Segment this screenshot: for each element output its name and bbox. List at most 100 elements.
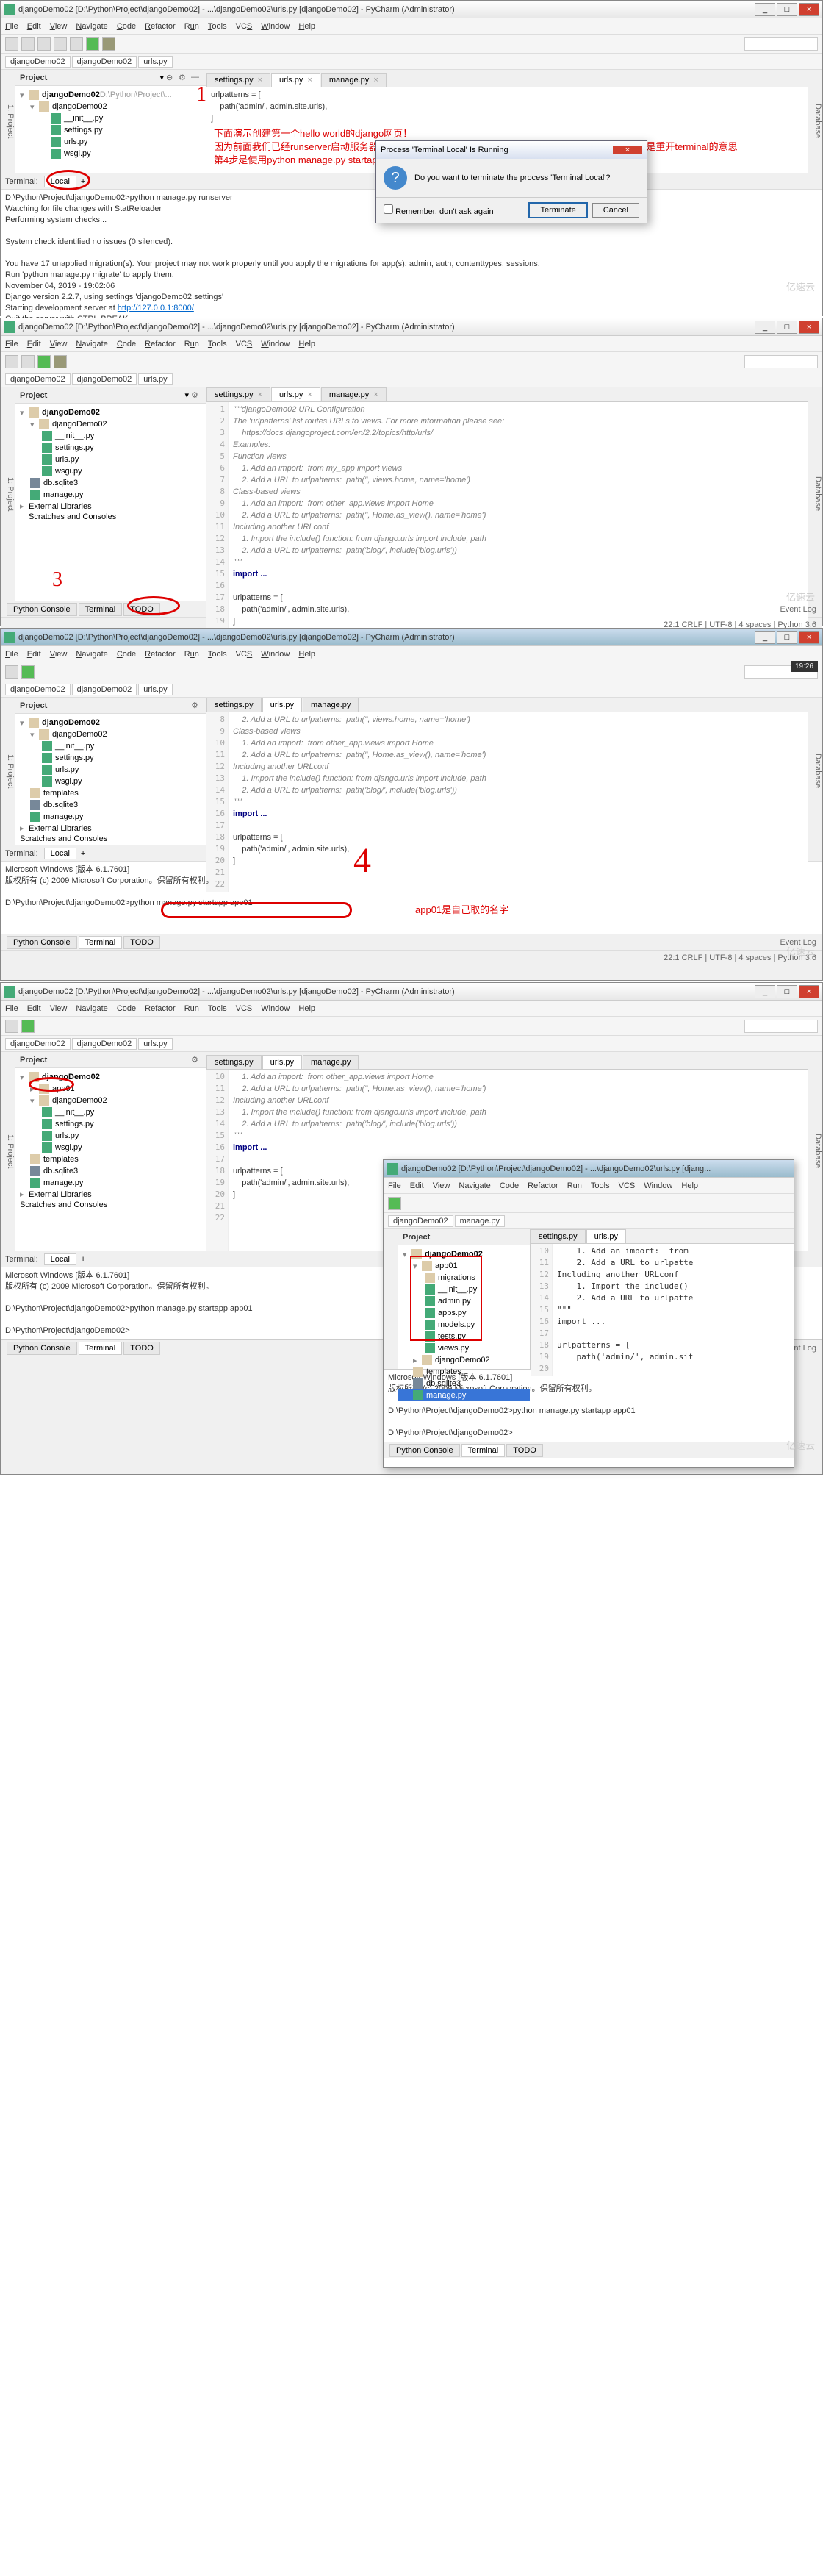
crumb-file[interactable]: urls.py — [138, 684, 172, 695]
collapse-icon[interactable]: ⊖ — [166, 73, 176, 83]
tree-file-init[interactable]: __init__.py — [15, 112, 206, 124]
menu-refactor[interactable]: Refactor — [145, 650, 176, 659]
tree-folder-main[interactable]: ▾djangoDemo02 — [15, 101, 206, 112]
tree-file-init[interactable]: __init__.py — [15, 740, 206, 752]
open-icon[interactable] — [5, 355, 18, 368]
menu-vcs[interactable]: VCS — [236, 650, 253, 659]
menu-navigate[interactable]: Navigate — [459, 1181, 490, 1190]
menu-file[interactable]: File — [5, 1004, 18, 1013]
crumb-module[interactable]: djangoDemo02 — [72, 684, 137, 695]
tree-folder-templates[interactable]: templates — [398, 1366, 530, 1378]
tree-app01-views[interactable]: views.py — [398, 1342, 530, 1354]
menu-run[interactable]: Run — [184, 340, 199, 348]
tab-urls[interactable]: urls.py — [262, 698, 302, 712]
run-icon[interactable] — [388, 1197, 401, 1210]
todo-tab[interactable]: TODO — [123, 936, 160, 949]
close-icon[interactable]: × — [258, 76, 262, 85]
project-dropdown-icon[interactable]: ▾ — [184, 390, 189, 400]
save-icon[interactable] — [21, 355, 35, 368]
crumb-file[interactable]: urls.py — [138, 1038, 172, 1050]
menu-tools[interactable]: Tools — [208, 340, 227, 348]
code-editor[interactable]: 2. Add a URL to urlpatterns: path('', vi… — [229, 712, 808, 892]
gear-icon[interactable]: ⚙ — [191, 1055, 201, 1065]
menu-window[interactable]: Window — [644, 1181, 672, 1190]
tree-root[interactable]: ▾djangoDemo02 — [15, 717, 206, 729]
tree-scratches[interactable]: Scratches and Consoles — [15, 512, 206, 522]
menu-window[interactable]: Window — [261, 650, 290, 659]
run-icon[interactable] — [21, 1020, 35, 1033]
tree-root[interactable]: ▾djangoDemo02 — [15, 407, 206, 418]
tree-file-settings[interactable]: settings.py — [15, 124, 206, 136]
tree-folder-main[interactable]: ▸djangoDemo02 — [398, 1354, 530, 1366]
open-icon[interactable] — [5, 1020, 18, 1033]
tree-file-db[interactable]: db.sqlite3 — [15, 477, 206, 489]
menu-run[interactable]: Run — [184, 1004, 199, 1013]
menu-run[interactable]: Run — [184, 650, 199, 659]
menu-edit[interactable]: Edit — [27, 650, 41, 659]
menu-navigate[interactable]: Navigate — [76, 650, 107, 659]
tree-file-db[interactable]: db.sqlite3 — [15, 799, 206, 811]
menu-code[interactable]: Code — [117, 22, 136, 31]
menu-vcs[interactable]: VCS — [236, 22, 253, 31]
tab-manage[interactable]: manage.py — [303, 698, 359, 712]
database-tool-button[interactable]: Database — [808, 698, 822, 845]
minimize-button[interactable]: _ — [755, 3, 775, 16]
terminal-tab[interactable]: Terminal — [79, 936, 123, 949]
menu-refactor[interactable]: Refactor — [145, 340, 176, 348]
open-icon[interactable] — [5, 665, 18, 679]
menu-navigate[interactable]: Navigate — [76, 1004, 107, 1013]
tree-file-wsgi[interactable]: wsgi.py — [15, 148, 206, 160]
terminate-button[interactable]: Terminate — [528, 202, 587, 218]
run-icon[interactable] — [86, 37, 99, 51]
tree-file-init[interactable]: __init__.py — [15, 1106, 206, 1118]
menu-file[interactable]: File — [388, 1181, 401, 1190]
dialog-close-button[interactable]: × — [613, 146, 642, 154]
menu-navigate[interactable]: Navigate — [76, 22, 107, 31]
todo-tab[interactable]: TODO — [506, 1444, 543, 1457]
menu-help[interactable]: Help — [298, 1004, 315, 1013]
tree-root[interactable]: ▾djangoDemo02 D:\Python\Project\... — [15, 89, 206, 101]
tree-scratches[interactable]: Scratches and Consoles — [15, 834, 206, 844]
menu-tools[interactable]: Tools — [208, 650, 227, 659]
tab-settings[interactable]: settings.py — [531, 1229, 586, 1243]
menu-vcs[interactable]: VCS — [236, 340, 253, 348]
maximize-button[interactable]: □ — [777, 631, 797, 644]
cancel-button[interactable]: Cancel — [592, 203, 639, 218]
server-url-link[interactable]: http://127.0.0.1:8000/ — [118, 304, 194, 312]
maximize-button[interactable]: □ — [777, 985, 797, 998]
menu-edit[interactable]: Edit — [410, 1181, 424, 1190]
tree-folder-main[interactable]: ▾djangoDemo02 — [15, 729, 206, 740]
todo-tab[interactable]: TODO — [123, 603, 160, 616]
menu-file[interactable]: File — [5, 650, 18, 659]
tree-file-settings[interactable]: settings.py — [15, 1118, 206, 1130]
menu-tools[interactable]: Tools — [208, 1004, 227, 1013]
tree-folder-templates[interactable]: templates — [15, 1153, 206, 1165]
save-icon[interactable] — [21, 37, 35, 51]
crumb-project[interactable]: djangoDemo02 — [5, 684, 71, 695]
sync-icon[interactable] — [37, 37, 51, 51]
menu-navigate[interactable]: Navigate — [76, 340, 107, 348]
menu-window[interactable]: Window — [261, 340, 290, 348]
menu-edit[interactable]: Edit — [27, 22, 41, 31]
crumb-module[interactable]: djangoDemo02 — [72, 56, 137, 68]
menu-view[interactable]: View — [50, 340, 68, 348]
tree-file-wsgi[interactable]: wsgi.py — [15, 776, 206, 787]
undo-icon[interactable] — [54, 37, 67, 51]
project-dropdown-icon[interactable]: ▾ — [159, 73, 164, 82]
close-icon[interactable]: × — [307, 390, 312, 399]
close-icon[interactable]: × — [258, 390, 262, 399]
menu-tools[interactable]: Tools — [591, 1181, 610, 1190]
redo-icon[interactable] — [70, 37, 83, 51]
tree-file-manage[interactable]: manage.py — [398, 1389, 530, 1401]
terminal-tab[interactable]: Terminal — [461, 1444, 506, 1457]
tab-urls[interactable]: urls.py — [586, 1229, 626, 1243]
tree-folder-main[interactable]: ▾djangoDemo02 — [15, 418, 206, 430]
menu-code[interactable]: Code — [117, 1004, 136, 1013]
close-button[interactable]: × — [799, 321, 819, 334]
project-tool-button[interactable]: 1: Project — [1, 387, 15, 601]
crumb-project[interactable]: djangoDemo02 — [388, 1215, 453, 1227]
tab-settings[interactable]: settings.py× — [206, 73, 270, 87]
tree-folder-main[interactable]: ▾djangoDemo02 — [15, 1095, 206, 1106]
tree-external-libs[interactable]: ▸External Libraries — [15, 501, 206, 512]
crumb-file[interactable]: manage.py — [455, 1215, 505, 1227]
